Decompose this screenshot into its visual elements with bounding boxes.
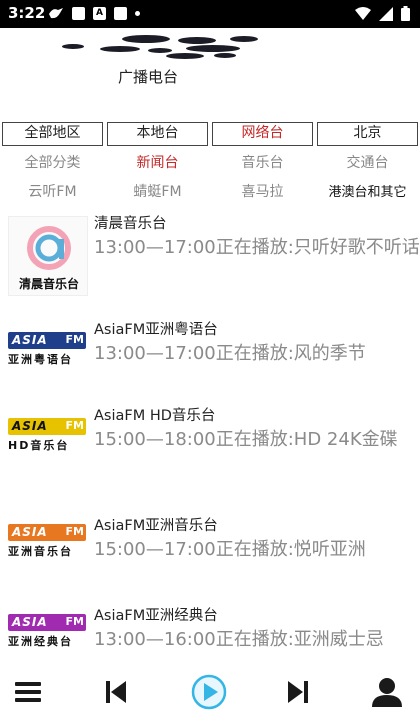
user-icon <box>372 678 402 707</box>
station-program: 13:00—17:00正在播放:风的季节 <box>94 343 366 364</box>
header: 广播电台 <box>0 28 420 113</box>
station-program: 15:00—17:00正在播放:悦听亚洲 <box>94 539 366 560</box>
station-program: 13:00—17:00正在播放:只听好歌不听话 <box>94 237 420 258</box>
station-item[interactable]: ASIA FM 亚洲音乐台 AsiaFM亚洲音乐台 15:00—17:00正在播… <box>0 510 420 614</box>
category-traffic[interactable]: 交通台 <box>315 151 420 180</box>
category-hk-macao-other[interactable]: 港澳台和其它 <box>315 180 420 209</box>
station-name: AsiaFM亚洲音乐台 <box>94 518 218 534</box>
category-qingting[interactable]: 蜻蜓FM <box>105 180 210 209</box>
category-filter: 全部分类 新闻台 音乐台 交通台 云听FM 蜻蜓FM 喜马拉 港澳台和其它 <box>0 151 420 209</box>
signal-icon <box>379 6 393 21</box>
bird-notification-icon <box>49 8 63 19</box>
music-station-logo-icon <box>27 226 71 270</box>
station-logo-text: 亚洲经典台 <box>8 635 73 648</box>
station-item[interactable]: ASIA FM HD音乐台 AsiaFM HD音乐台 15:00—18:00正在… <box>0 400 420 504</box>
next-icon <box>288 681 308 703</box>
category-music[interactable]: 音乐台 <box>210 151 315 180</box>
asia-brand-bar: ASIA FM <box>8 418 86 435</box>
tab-local[interactable]: 本地台 <box>107 122 208 146</box>
header-decoration <box>62 44 84 49</box>
play-icon <box>191 674 227 710</box>
station-name: AsiaFM HD音乐台 <box>94 408 216 424</box>
category-news[interactable]: 新闻台 <box>105 151 210 180</box>
station-name: AsiaFM亚洲粤语台 <box>94 322 218 338</box>
station-logo: ASIA FM 亚洲粤语台 <box>8 330 88 366</box>
player-bar <box>0 664 420 720</box>
wifi-icon <box>355 6 371 20</box>
station-logo: ASIA FM HD音乐台 <box>8 416 88 452</box>
status-bar: 3:22 A <box>0 0 420 28</box>
asia-brand-bar: ASIA FM <box>8 524 86 541</box>
asia-brand-bar: ASIA FM <box>8 614 86 631</box>
more-notifications-icon <box>135 10 140 16</box>
status-time: 3:22 <box>8 4 46 22</box>
station-item[interactable]: 清晨音乐台 清晨音乐台 13:00—17:00正在播放:只听好歌不听话 <box>0 208 420 312</box>
station-program: 13:00—16:00正在播放:亚洲威士忌 <box>94 629 384 650</box>
station-logo-text: HD音乐台 <box>8 439 70 452</box>
page-title: 广播电台 <box>118 68 179 86</box>
station-logo-text: 亚洲音乐台 <box>8 545 73 558</box>
tab-beijing[interactable]: 北京 <box>317 122 418 146</box>
tab-all-regions[interactable]: 全部地区 <box>2 122 103 146</box>
square-notification-icon <box>114 6 127 20</box>
region-tabs: 全部地区 本地台 网络台 北京 <box>2 122 418 146</box>
menu-icon <box>15 682 41 702</box>
station-name: 清晨音乐台 <box>94 216 167 232</box>
next-button[interactable] <box>276 664 320 720</box>
play-button[interactable] <box>186 664 232 720</box>
previous-button[interactable] <box>94 664 138 720</box>
battery-icon <box>401 6 410 21</box>
station-logo-text: 亚洲粤语台 <box>8 353 73 366</box>
tab-network[interactable]: 网络台 <box>212 122 313 146</box>
category-all[interactable]: 全部分类 <box>0 151 105 180</box>
category-ximalaya[interactable]: 喜马拉 <box>210 180 315 209</box>
station-logo: 清晨音乐台 <box>8 216 88 296</box>
asia-brand-bar: ASIA FM <box>8 332 86 349</box>
previous-icon <box>106 681 126 703</box>
station-program: 15:00—18:00正在播放:HD 24K金碟 <box>94 429 398 450</box>
station-logo: ASIA FM 亚洲音乐台 <box>8 522 88 558</box>
station-logo: ASIA FM 亚洲经典台 <box>8 612 88 648</box>
station-name: AsiaFM亚洲经典台 <box>94 608 218 624</box>
app-notification-icon <box>72 6 85 20</box>
a-notification-icon: A <box>93 6 106 20</box>
category-yunting[interactable]: 云听FM <box>0 180 105 209</box>
profile-button[interactable] <box>364 664 410 720</box>
station-logo-text: 清晨音乐台 <box>18 277 79 291</box>
menu-button[interactable] <box>6 664 50 720</box>
